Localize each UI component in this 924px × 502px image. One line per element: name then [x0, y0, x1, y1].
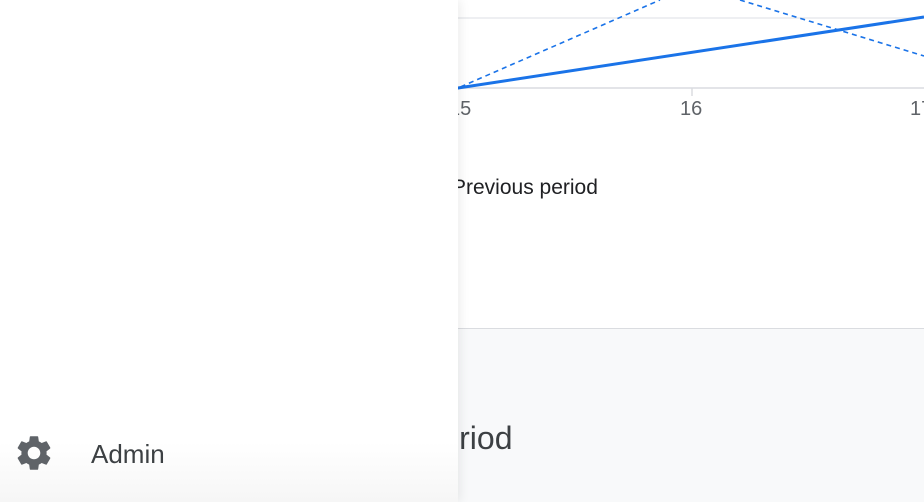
- x-tick-label: 16: [680, 98, 703, 120]
- previous-period-line-right: [739, 0, 924, 57]
- current-period-line: [379, 15, 924, 104]
- legend-previous-period: Previous period: [452, 176, 598, 199]
- nav-item-label: Admin: [91, 439, 165, 469]
- x-tick-label: 17: [910, 98, 924, 120]
- nav-item-admin[interactable]: Admin: [0, 424, 458, 482]
- gear-icon: [17, 436, 51, 470]
- app-root: 15 16 17 Previous period Period Admin: [0, 0, 924, 502]
- navigation-drawer: Admin: [0, 0, 458, 502]
